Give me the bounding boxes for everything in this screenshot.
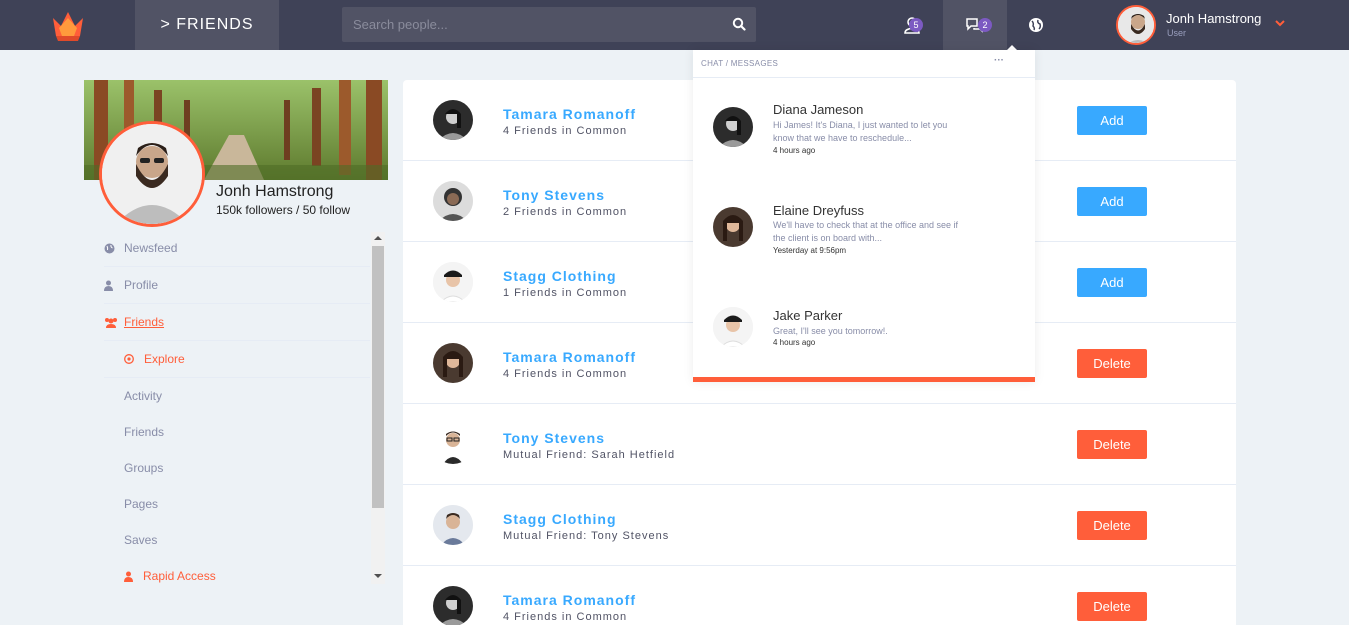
search-icon[interactable]: [732, 17, 746, 31]
delete-friend-button[interactable]: Delete: [1077, 511, 1147, 540]
messages-button[interactable]: 2: [943, 0, 1007, 50]
search-input[interactable]: [342, 7, 756, 42]
user-icon: [104, 280, 124, 291]
user-name: Jonh Hamstrong: [1166, 11, 1262, 26]
avatar[interactable]: [433, 343, 473, 383]
sidebar-item-activity[interactable]: Activity: [104, 378, 370, 414]
profile-stats: 150k followers / 50 follow: [216, 203, 351, 217]
message-time: 4 hours ago: [773, 338, 816, 347]
globe-icon: [1028, 18, 1043, 32]
dropdown-title: CHAT / MESSAGES: [701, 59, 779, 68]
message-item[interactable]: Diana Jameson Hi James! It's Diana, I ju…: [693, 100, 1035, 170]
sidebar-item-friends[interactable]: Friends: [104, 304, 370, 341]
users-icon: [104, 317, 124, 328]
scroll-down-arrow-icon[interactable]: [374, 574, 382, 578]
user-role: User: [1167, 28, 1187, 38]
compass-icon: [124, 354, 144, 364]
add-friend-button[interactable]: Add: [1077, 187, 1147, 216]
profile-name: Jonh Hamstrong: [216, 183, 334, 200]
message-item[interactable]: Jake Parker Great, I'll see you tomorrow…: [693, 305, 1035, 365]
messages-badge: 2: [978, 18, 992, 32]
message-preview: We'll have to check that at the office a…: [773, 220, 958, 243]
add-friend-button[interactable]: Add: [1077, 106, 1147, 135]
friend-row: Stagg Clothing Mutual Friend: Tony Steve…: [403, 485, 1236, 566]
sidebar-item-friends-list[interactable]: Friends: [104, 414, 370, 450]
friend-requests-badge: 5: [909, 18, 923, 32]
dropdown-header: CHAT / MESSAGES ···: [693, 50, 1035, 78]
friend-mutual: 4 Friends in Common: [503, 368, 628, 380]
friend-name[interactable]: Tamara Romanoff: [503, 592, 636, 608]
profile-avatar[interactable]: [99, 121, 205, 227]
avatar[interactable]: [433, 586, 473, 625]
messages-dropdown: CHAT / MESSAGES ··· Diana Jameson Hi Jam…: [693, 50, 1035, 382]
sidebar-item-label: Profile: [124, 278, 159, 292]
notifications-button[interactable]: [1008, 0, 1063, 50]
avatar[interactable]: [433, 181, 473, 221]
avatar: [713, 207, 753, 247]
friend-name[interactable]: Tamara Romanoff: [503, 106, 636, 122]
sidebar-item-label: Newsfeed: [124, 241, 178, 255]
sidebar-item-groups[interactable]: Groups: [104, 450, 370, 486]
chevron-down-icon[interactable]: [1274, 19, 1286, 27]
user-menu[interactable]: Jonh Hamstrong User: [1116, 5, 1296, 45]
message-sender: Diana Jameson: [773, 102, 864, 117]
add-friend-button[interactable]: Add: [1077, 268, 1147, 297]
more-options-icon[interactable]: ···: [994, 55, 1004, 66]
message-preview: Hi James! It's Diana, I just wanted to l…: [773, 120, 948, 143]
sidebar-item-explore[interactable]: Explore: [104, 341, 370, 378]
sidebar-item-label: Explore: [144, 352, 185, 366]
message-item[interactable]: Elaine Dreyfuss We'll have to check that…: [693, 200, 1035, 270]
delete-friend-button[interactable]: Delete: [1077, 430, 1147, 459]
search-bar: [342, 7, 756, 42]
friend-mutual: 4 Friends in Common: [503, 125, 628, 137]
sidebar-item-newsfeed[interactable]: Newsfeed: [104, 230, 370, 267]
sidebar-item-profile[interactable]: Profile: [104, 267, 370, 304]
friend-name[interactable]: Tony Stevens: [503, 430, 605, 446]
friend-row: Tamara Romanoff 4 Friends in Common Dele…: [403, 566, 1236, 625]
friend-mutual: Mutual Friend: Tony Stevens: [503, 530, 670, 542]
globe-icon: [104, 243, 124, 254]
scroll-up-arrow-icon[interactable]: [374, 236, 382, 240]
section-title: > FRIENDS: [135, 0, 279, 50]
message-time: 4 hours ago: [773, 146, 816, 155]
top-navbar: > FRIENDS 5 2: [0, 0, 1349, 51]
avatar[interactable]: [433, 505, 473, 545]
sidebar-item-rapid-access[interactable]: Rapid Access: [104, 558, 370, 594]
avatar[interactable]: [433, 100, 473, 140]
delete-friend-button[interactable]: Delete: [1077, 592, 1147, 621]
friend-mutual: 2 Friends in Common: [503, 206, 628, 218]
delete-friend-button[interactable]: Delete: [1077, 349, 1147, 378]
friend-requests-button[interactable]: 5: [884, 0, 939, 50]
friend-name[interactable]: Tony Stevens: [503, 187, 605, 203]
message-sender: Elaine Dreyfuss: [773, 203, 865, 218]
logo[interactable]: [0, 0, 135, 50]
sidebar-item-pages[interactable]: Pages: [104, 486, 370, 522]
sidebar-item-saves[interactable]: Saves: [104, 522, 370, 558]
avatar: [713, 307, 753, 347]
friend-name[interactable]: Stagg Clothing: [503, 268, 617, 284]
friend-name[interactable]: Tamara Romanoff: [503, 349, 636, 365]
crown-logo-icon: [52, 12, 83, 41]
dropdown-footer-bar[interactable]: [693, 377, 1035, 382]
friend-mutual: 4 Friends in Common: [503, 611, 628, 623]
avatar: [713, 107, 753, 147]
message-sender: Jake Parker: [773, 308, 843, 323]
avatar: [1116, 5, 1156, 45]
friend-mutual: Mutual Friend: Sarah Hetfield: [503, 449, 676, 461]
scrollbar-thumb[interactable]: [372, 246, 384, 508]
avatar[interactable]: [433, 424, 473, 464]
user-icon: [124, 571, 143, 582]
message-time: Yesterday at 9:56pm: [773, 246, 847, 255]
sidebar-item-label: Friends: [124, 315, 165, 329]
friend-name[interactable]: Stagg Clothing: [503, 511, 617, 527]
avatar[interactable]: [433, 262, 473, 302]
sidebar-item-label: Rapid Access: [143, 569, 216, 583]
friend-row: Tony Stevens Mutual Friend: Sarah Hetfie…: [403, 404, 1236, 485]
friend-mutual: 1 Friends in Common: [503, 287, 628, 299]
message-preview: Great, I'll see you tomorrow!.: [773, 326, 888, 336]
sidebar-menu: Newsfeed Profile Friends Explore Activit…: [104, 230, 370, 594]
